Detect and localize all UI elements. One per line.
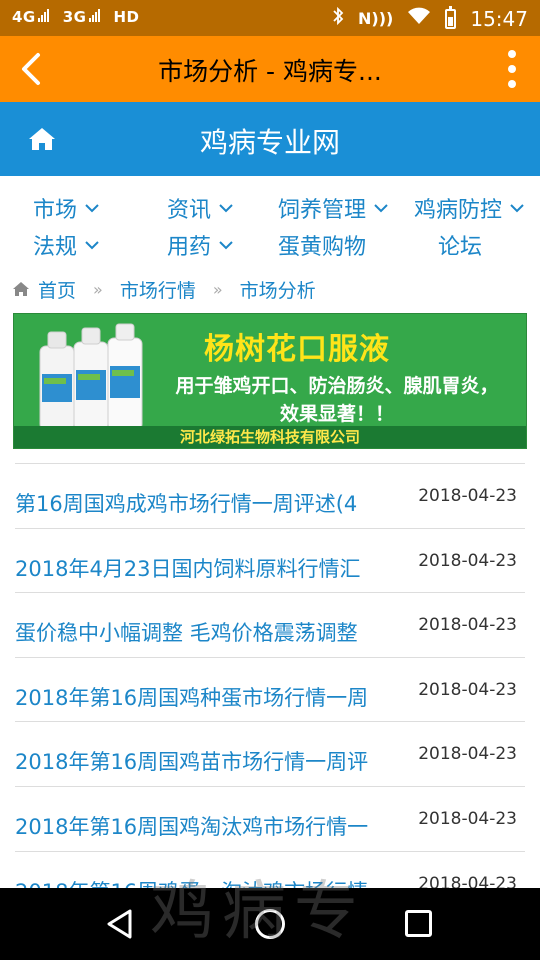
- nfc-icon: N))): [358, 9, 394, 28]
- nav-item-label: 饲养管理: [278, 198, 367, 223]
- banner-subtitle: 用于雏鸡开口、防治肠炎、腺肌胃炎，: [175, 375, 499, 397]
- signal-icon: [88, 8, 100, 22]
- nav-item-feeding[interactable]: 饲养管理: [278, 192, 389, 224]
- article-date: 2018-04-23: [418, 615, 517, 636]
- list-item[interactable]: 2018年第16周国鸡种蛋市场行情一周 2018-04-23: [15, 658, 525, 723]
- signal-icon: [37, 8, 49, 22]
- article-title[interactable]: 2018年第16周国鸡苗市场行情一周评: [15, 746, 410, 776]
- breadcrumb-market-analysis[interactable]: 市场分析: [240, 276, 316, 303]
- home-circle-icon[interactable]: [255, 909, 285, 939]
- chevron-down-icon: [84, 240, 100, 250]
- banner-company: 河北绿拓生物科技有限公司: [14, 426, 526, 448]
- network-3g: 3G: [63, 8, 100, 26]
- advertisement-banner[interactable]: 杨树花口服液 用于雏鸡开口、防治肠炎、腺肌胃炎， 效果显著！！ 河北绿拓生物科技…: [13, 313, 527, 449]
- recent-apps-icon[interactable]: [405, 910, 432, 937]
- banner-title: 杨树花口服液: [204, 332, 390, 367]
- chevron-down-icon: [373, 203, 389, 213]
- chevron-down-icon: [509, 203, 525, 213]
- list-item[interactable]: 2018年第16周国鸡淘汰鸡市场行情一 2018-04-23: [15, 787, 525, 852]
- site-header: 鸡病专业网: [0, 102, 540, 176]
- breadcrumb-separator: »: [93, 279, 103, 299]
- nav-item-disease-control[interactable]: 鸡病防控: [414, 192, 525, 224]
- network-4g: 4G: [12, 8, 49, 26]
- nav-item-medication[interactable]: 用药: [167, 229, 234, 261]
- status-right: N))) 15:47: [332, 5, 528, 31]
- nav-item-label: 鸡病防控: [414, 198, 503, 223]
- list-item[interactable]: 蛋价稳中小幅调整 毛鸡价格震荡调整 2018-04-23: [15, 593, 525, 658]
- nav-item-label: 用药: [167, 235, 212, 260]
- chevron-down-icon: [218, 203, 234, 213]
- breadcrumb-home[interactable]: 首页: [38, 276, 76, 303]
- network-3g-label: 3G: [62, 8, 87, 26]
- banner-subtitle: 效果显著！！: [279, 403, 394, 425]
- home-icon: [13, 282, 29, 296]
- battery-icon: [445, 5, 457, 29]
- article-title[interactable]: 2018年第16周国鸡种蛋市场行情一周: [15, 682, 410, 712]
- nav-item-shopping[interactable]: 蛋黄购物: [278, 229, 366, 261]
- nav-item-news[interactable]: 资讯: [167, 192, 234, 224]
- article-date: 2018-04-23: [418, 679, 517, 700]
- more-vertical-icon-dot: [508, 50, 516, 58]
- nfc-label: N: [358, 9, 372, 28]
- status-left: 4G 3G HD: [12, 8, 140, 26]
- article-title[interactable]: 2018年第16周国鸡淘汰鸡市场行情一: [15, 811, 410, 841]
- breadcrumb-market-quotes[interactable]: 市场行情: [120, 276, 196, 303]
- nav-item-market[interactable]: 市场: [33, 192, 100, 224]
- article-date: 2018-04-23: [418, 550, 517, 571]
- list-item[interactable]: 第16周国鸡成鸡市场行情一周评述(4 2018-04-23: [15, 464, 525, 529]
- more-options-button[interactable]: [504, 50, 520, 88]
- article-date: 2018-04-23: [418, 486, 517, 506]
- medicine-bottles-image: [39, 323, 143, 431]
- wifi-icon: [407, 7, 431, 30]
- clock-time: 15:47: [470, 6, 528, 31]
- back-button[interactable]: [14, 51, 50, 87]
- site-title: 鸡病专业网: [199, 126, 340, 159]
- nav-item-label: 论坛: [438, 235, 483, 260]
- page-title: 市场分析 - 鸡病专...: [158, 57, 382, 86]
- breadcrumb-separator: »: [212, 279, 223, 299]
- nav-item-label: 法规: [33, 235, 78, 260]
- article-title[interactable]: 2018年4月23日国内饲料原料行情汇: [15, 553, 410, 583]
- more-vertical-icon-dot: [508, 65, 516, 73]
- list-item[interactable]: 2018年4月23日国内饲料原料行情汇 2018-04-23: [15, 529, 525, 594]
- back-triangle-icon[interactable]: [105, 908, 135, 940]
- chevron-left-icon: [22, 53, 40, 85]
- article-date: 2018-04-23: [418, 808, 517, 829]
- nav-item-label: 蛋黄购物: [278, 235, 367, 260]
- system-nav-bar: [0, 888, 540, 960]
- article-date: 2018-04-23: [418, 744, 517, 765]
- nav-item-regulations[interactable]: 法规: [33, 229, 100, 261]
- nav-item-label: 资讯: [167, 198, 212, 223]
- article-title[interactable]: 蛋价稳中小幅调整 毛鸡价格震荡调整: [15, 617, 410, 647]
- nav-item-forum[interactable]: 论坛: [438, 229, 482, 261]
- status-bar: 4G 3G HD N))) 15:47: [0, 0, 540, 36]
- app-bar: 市场分析 - 鸡病专...: [0, 36, 540, 102]
- bluetooth-icon: [332, 6, 344, 31]
- nav-item-label: 市场: [33, 198, 78, 223]
- list-item[interactable]: 2018年第16周国鸡苗市场行情一周评 2018-04-23: [15, 722, 525, 787]
- network-4g-label: 4G: [12, 8, 36, 26]
- more-vertical-icon-dot: [508, 80, 516, 88]
- article-title[interactable]: 第16周国鸡成鸡市场行情一周评述(4: [15, 488, 410, 518]
- hd-label: HD: [113, 8, 140, 26]
- chevron-down-icon: [218, 240, 234, 250]
- breadcrumb: 首页 » 市场行情 » 市场分析: [12, 275, 316, 303]
- category-nav: 市场 资讯 饲养管理 鸡病防控 法规 用药 蛋黄购物 论坛: [0, 186, 540, 266]
- chevron-down-icon: [84, 203, 100, 213]
- article-list: 第16周国鸡成鸡市场行情一周评述(4 2018-04-23 2018年4月23日…: [15, 463, 525, 917]
